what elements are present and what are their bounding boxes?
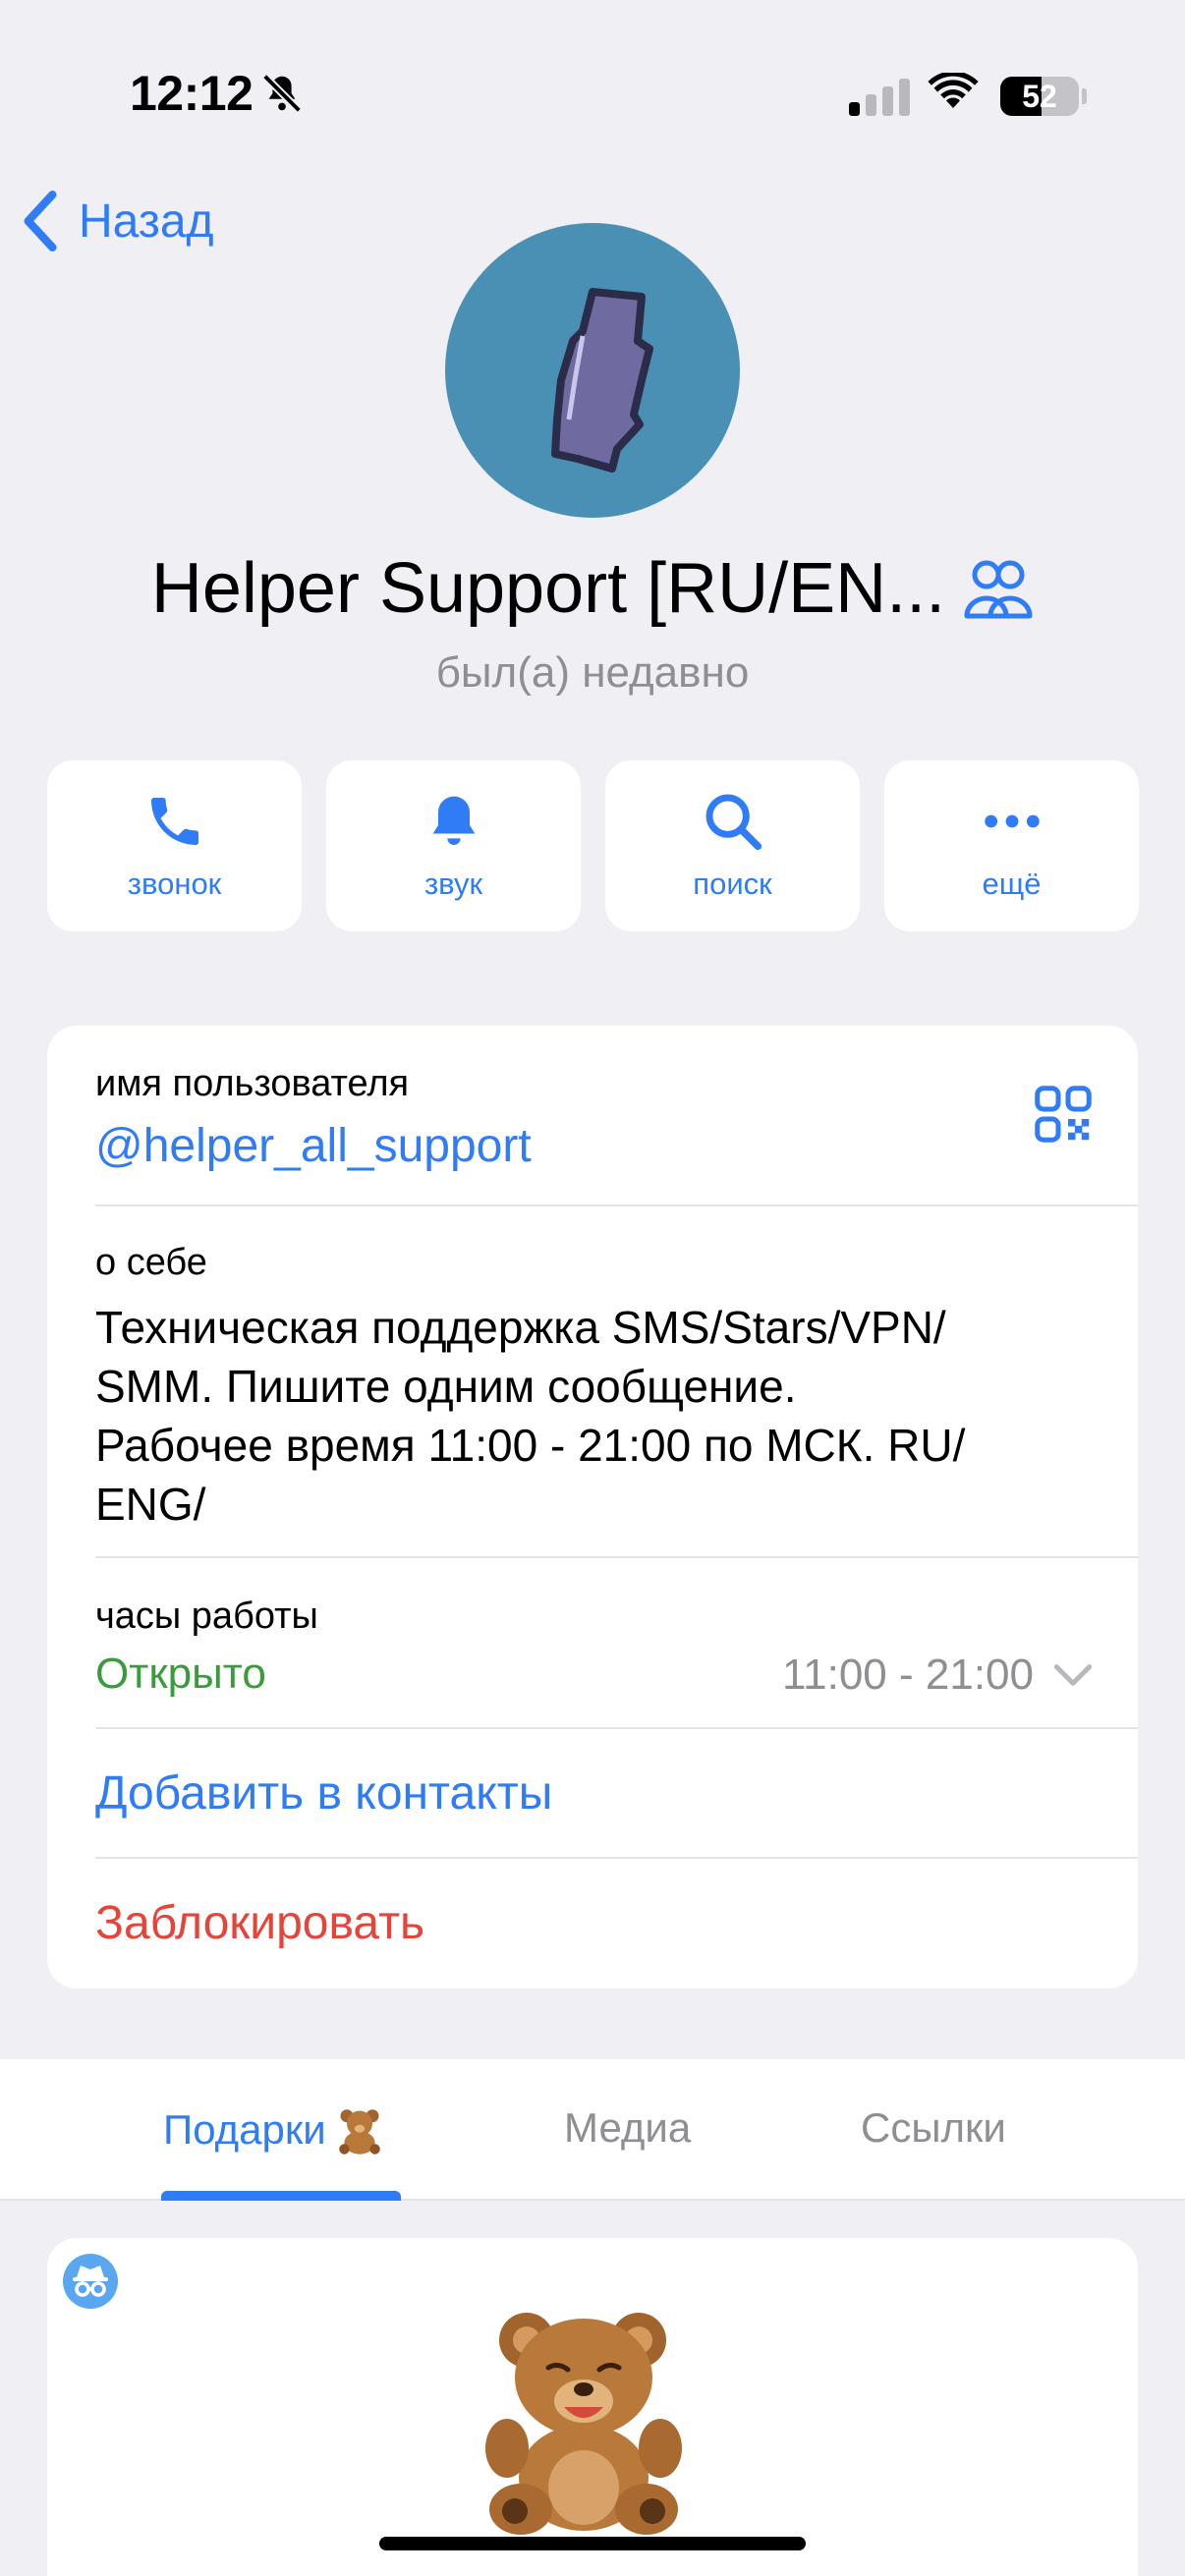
block-button[interactable]: Заблокировать: [95, 1896, 1138, 1950]
incognito-badge-icon: [63, 2254, 118, 2309]
action-buttons: звонок звук поиск ещё: [47, 760, 1139, 931]
search-button[interactable]: поиск: [605, 760, 860, 931]
teddy-bear-icon: [338, 2109, 380, 2155]
divider: [95, 1857, 1138, 1859]
bio-row: о себе Техническая поддержка SMS/Stars/V…: [95, 1242, 1138, 1534]
bell-slash-icon: [262, 74, 302, 113]
add-contact-row[interactable]: Добавить в контакты: [95, 1766, 1138, 1820]
bio-line: Рабочее время 11:00 - 21:00 по МСК. RU/: [95, 1420, 966, 1471]
qr-code-icon[interactable]: [1034, 1085, 1093, 1144]
battery-icon: 52: [1000, 77, 1079, 116]
divider: [95, 1727, 1138, 1729]
back-button[interactable]: Назад: [20, 187, 214, 255]
gift-item[interactable]: [47, 2238, 1138, 2576]
profile-tabs: Подарки Медиа Ссылки: [0, 2059, 1185, 2201]
bio-line: SMM. Пишите одним сообщение.: [95, 1361, 797, 1412]
tab-gifts[interactable]: Подарки: [163, 2104, 385, 2156]
divider: [95, 1204, 1138, 1206]
status-time: 12:12: [130, 66, 254, 121]
search-label: поиск: [693, 867, 772, 901]
bio-line: Техническая поддержка SMS/Stars/VPN/: [95, 1302, 946, 1353]
block-row[interactable]: Заблокировать: [95, 1896, 1138, 1950]
more-button[interactable]: ещё: [884, 760, 1139, 931]
profile-name-row: Helper Support [RU/EN...: [0, 548, 1185, 629]
cellular-signal-icon: [849, 77, 910, 116]
sound-button[interactable]: звук: [326, 760, 581, 931]
hours-range-text: 11:00 - 21:00: [781, 1651, 1034, 1699]
more-label: ещё: [982, 867, 1042, 901]
bio-text: Техническая поддержка SMS/Stars/VPN/ SMM…: [95, 1298, 1088, 1534]
bio-line: ENG/: [95, 1479, 206, 1530]
back-label: Назад: [79, 195, 214, 248]
username-row[interactable]: имя пользователя @helper_all_support: [95, 1063, 1138, 1173]
teddy-bear-gift-icon: [485, 2313, 682, 2535]
profile-screen: 12:12 52 Назад Helper Support [RU/EN... …: [0, 0, 1185, 2576]
search-icon: [705, 794, 762, 851]
battery-percent: 52: [1022, 78, 1057, 114]
tab-links-label: Ссылки: [861, 2104, 1006, 2151]
more-icon: [984, 814, 1040, 828]
add-contact-button[interactable]: Добавить в контакты: [95, 1766, 1138, 1820]
username-value[interactable]: @helper_all_support: [95, 1119, 1138, 1173]
tab-gifts-label: Подарки: [163, 2106, 326, 2153]
home-indicator[interactable]: [379, 2537, 806, 2550]
last-seen-status: был(а) недавно: [435, 648, 750, 697]
tab-links[interactable]: Ссылки: [861, 2104, 1006, 2152]
avatar-image: [551, 288, 653, 473]
chevron-left-icon: [24, 191, 57, 252]
battery-tip: [1082, 88, 1087, 104]
call-button[interactable]: звонок: [47, 760, 302, 931]
call-label: звонок: [127, 867, 222, 901]
chevron-down-icon: [1053, 1664, 1093, 1686]
wifi-icon: [928, 73, 979, 108]
profile-name: Helper Support [RU/EN...: [150, 549, 946, 628]
bio-label: о себе: [95, 1242, 207, 1283]
avatar[interactable]: [445, 223, 740, 518]
sound-label: звук: [423, 867, 483, 901]
group-icon: [964, 560, 1033, 619]
divider: [95, 1556, 1138, 1558]
active-tab-indicator: [161, 2191, 401, 2201]
phone-icon: [150, 798, 198, 845]
hours-label: часы работы: [95, 1596, 318, 1637]
bell-icon: [432, 796, 475, 845]
info-card: имя пользователя @helper_all_support о с…: [47, 1026, 1138, 1988]
username-label: имя пользователя: [95, 1063, 410, 1104]
hours-range[interactable]: 11:00 - 21:00: [782, 1651, 1093, 1700]
tab-media[interactable]: Медиа: [564, 2104, 691, 2152]
tab-media-label: Медиа: [564, 2104, 692, 2151]
